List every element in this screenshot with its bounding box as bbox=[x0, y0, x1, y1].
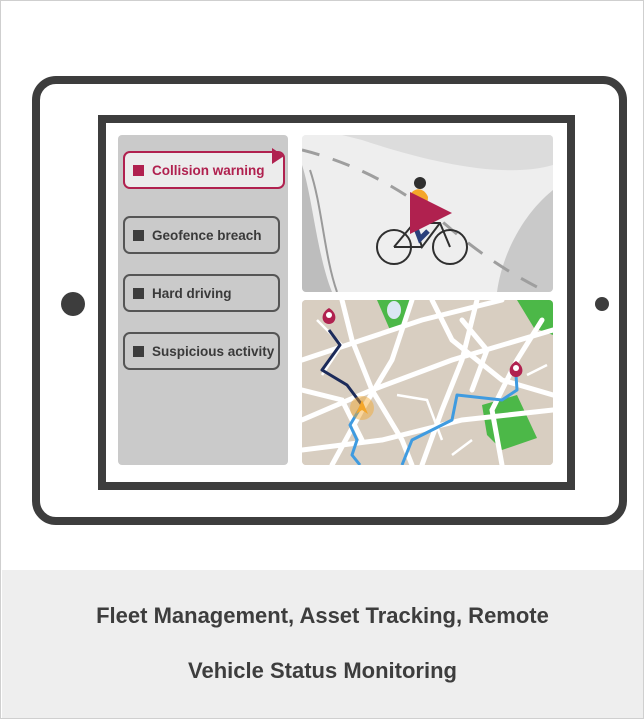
caption-line-2: Vehicle Status Monitoring bbox=[188, 658, 457, 683]
alert-label: Collision warning bbox=[152, 162, 265, 178]
tablet-device: Collision warning Geofence breach Hard d… bbox=[32, 76, 627, 525]
alert-bullet-icon bbox=[133, 345, 144, 357]
alert-suspicious-activity[interactable]: Suspicious activity bbox=[123, 332, 280, 370]
alert-label: Suspicious activity bbox=[152, 343, 275, 359]
tablet-screen: Collision warning Geofence breach Hard d… bbox=[98, 115, 575, 490]
alert-sidebar: Collision warning Geofence breach Hard d… bbox=[118, 135, 288, 465]
camera-dot bbox=[595, 297, 609, 311]
vehicle-location-icon[interactable] bbox=[350, 396, 374, 420]
alert-bullet-icon bbox=[133, 287, 144, 299]
tracking-map[interactable] bbox=[302, 300, 553, 465]
alert-bullet-icon bbox=[133, 229, 144, 241]
home-button bbox=[61, 292, 85, 316]
dashcam-video[interactable] bbox=[302, 135, 553, 292]
alert-label: Hard driving bbox=[152, 285, 232, 301]
feature-card: Collision warning Geofence breach Hard d… bbox=[0, 0, 644, 719]
dashcam-scene bbox=[302, 135, 553, 292]
alert-collision-warning[interactable]: Collision warning bbox=[123, 151, 285, 189]
alert-bullet-icon bbox=[133, 164, 144, 176]
alert-label: Geofence breach bbox=[152, 227, 262, 243]
alert-hard-driving[interactable]: Hard driving bbox=[123, 274, 280, 312]
alert-geofence-breach[interactable]: Geofence breach bbox=[123, 216, 280, 254]
map-canvas bbox=[302, 300, 553, 465]
active-alert-pointer bbox=[272, 148, 284, 164]
caption-band: Fleet Management, Asset Tracking, Remote… bbox=[2, 570, 643, 718]
caption-line-1: Fleet Management, Asset Tracking, Remote bbox=[96, 603, 549, 628]
